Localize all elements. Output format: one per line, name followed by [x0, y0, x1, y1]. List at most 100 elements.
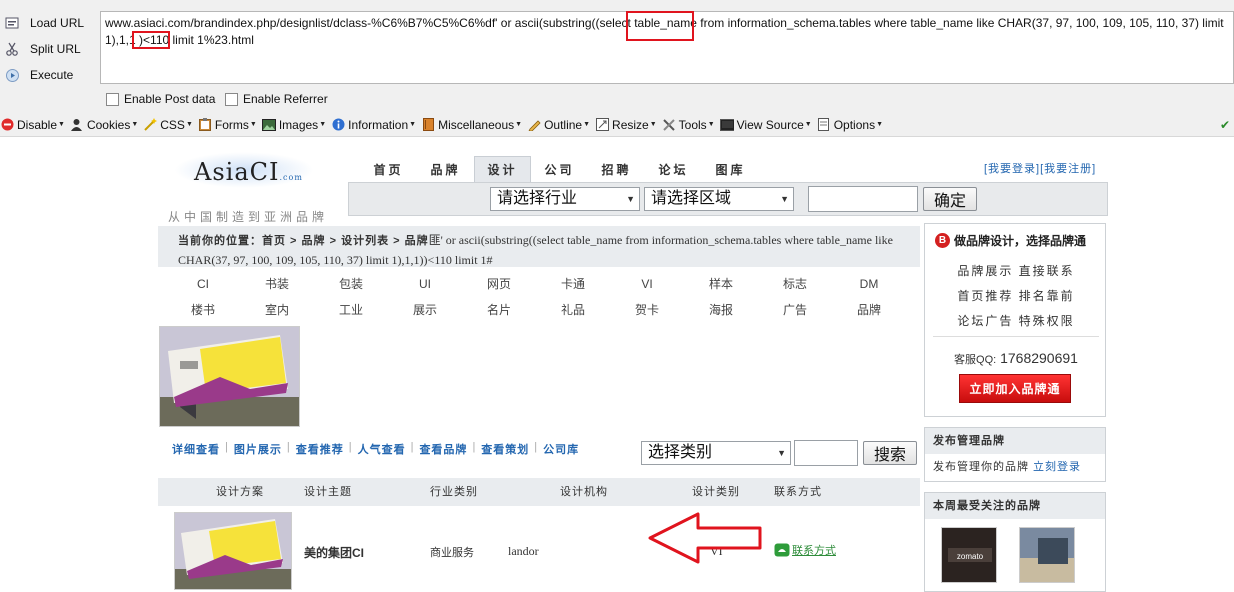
chevron-down-icon: ▼ — [777, 448, 786, 458]
menu-images[interactable]: Images ▼ — [261, 118, 327, 132]
tools-icon — [662, 118, 676, 132]
logo-name: AsiaCI — [194, 158, 280, 186]
region-select[interactable]: 请选择区域 ▼ — [644, 187, 794, 211]
column-header: 设计类别 — [692, 486, 740, 498]
brand-thumbnail[interactable] — [1019, 527, 1075, 583]
menu-cookies[interactable]: Cookies ▼ — [70, 118, 138, 132]
menu-label: Tools — [678, 117, 707, 132]
web-page: AsiaCI.com 从中国制造到亚洲品牌 首页 品牌 设计 公司 招聘 论坛 … — [0, 138, 1234, 592]
login-now-link[interactable]: 立刻登录 — [1033, 461, 1081, 473]
menu-outline[interactable]: Outline ▼ — [527, 118, 590, 132]
category-link[interactable]: 展示 — [388, 297, 462, 323]
resize-icon — [595, 118, 609, 132]
caret-icon: ▼ — [804, 121, 812, 128]
image-icon — [261, 118, 276, 132]
execute-button[interactable]: Execute — [0, 64, 100, 86]
column-header: 设计方案 — [216, 486, 264, 498]
confirm-button[interactable]: 确定 — [923, 187, 977, 211]
qq-label: 客服QQ: — [954, 354, 997, 366]
menu-resize[interactable]: Resize ▼ — [595, 118, 657, 132]
nav-design[interactable]: 设计 — [474, 156, 531, 182]
nav-jobs[interactable]: 招聘 — [588, 156, 645, 182]
menu-css[interactable]: CSS ▼ — [143, 118, 193, 132]
checkbox-box[interactable] — [106, 92, 119, 106]
red-arrow-annotation — [648, 510, 762, 569]
category-link[interactable]: 书装 — [240, 271, 314, 297]
category-link[interactable]: 礼品 — [536, 297, 610, 323]
category-link[interactable]: 室内 — [240, 297, 314, 323]
category-link[interactable]: 品牌 — [832, 297, 906, 323]
row-theme[interactable]: 美的集团CI — [304, 544, 364, 561]
menu-forms[interactable]: Forms ▼ — [198, 118, 257, 132]
industry-select[interactable]: 请选择行业 ▼ — [490, 187, 640, 211]
site-logo[interactable]: AsiaCI.com 从中国制造到亚洲品牌 — [166, 152, 336, 224]
breadcrumb-label: 当前你的位置：首页 > 品牌 > 设计列表 > 品牌 — [178, 235, 429, 247]
category-select[interactable]: 选择类别 ▼ — [641, 441, 791, 465]
load-url-icon — [4, 15, 20, 31]
menu-tools[interactable]: Tools ▼ — [662, 118, 715, 132]
category-link[interactable]: 包装 — [314, 271, 388, 297]
menu-information[interactable]: Information ▼ — [331, 118, 416, 132]
contact-link[interactable]: 联系方式 — [774, 542, 836, 558]
caret-icon: ▼ — [319, 121, 327, 128]
person-icon — [70, 118, 84, 132]
brand-thumbnail[interactable]: zomato — [941, 527, 997, 583]
menu-miscellaneous[interactable]: Miscellaneous ▼ — [421, 118, 522, 132]
load-url-button[interactable]: Load URL — [0, 12, 100, 34]
category-link[interactable]: 工业 — [314, 297, 388, 323]
link-images[interactable]: 图片展示 — [234, 441, 282, 457]
search-button[interactable]: 搜索 — [863, 441, 917, 465]
keyword-input[interactable] — [808, 186, 918, 212]
design-thumbnail[interactable] — [174, 512, 292, 590]
panel-title-text: 做品牌设计，选择品牌通 — [954, 234, 1087, 248]
caret-icon: ▼ — [58, 121, 65, 128]
billboard-thumbnail[interactable] — [159, 326, 300, 427]
category-link[interactable]: CI — [166, 271, 240, 297]
category-link[interactable]: 卡通 — [536, 271, 610, 297]
nav-home[interactable]: 首页 — [360, 156, 417, 182]
split-url-button[interactable]: Split URL — [0, 38, 100, 60]
scissors-icon — [4, 41, 20, 57]
filter-input[interactable] — [794, 440, 858, 466]
category-link[interactable]: 标志 — [758, 271, 832, 297]
category-link[interactable]: 网页 — [462, 271, 536, 297]
customer-service-qq: 客服QQ: 1768290691 — [925, 350, 1107, 367]
checkbox-box[interactable] — [225, 92, 238, 106]
category-link[interactable]: 样本 — [684, 271, 758, 297]
contact-label: 联系方式 — [792, 545, 836, 557]
document-icon — [817, 118, 831, 132]
nav-forum[interactable]: 论坛 — [645, 156, 702, 182]
link-planning[interactable]: 查看策划 — [481, 441, 529, 457]
category-link[interactable]: 楼书 — [166, 297, 240, 323]
login-register-links[interactable]: [我要登录][我要注册] — [984, 160, 1096, 176]
category-row: 楼书 室内 工业 展示 名片 礼品 贺卡 海报 广告 品牌 — [166, 297, 906, 323]
category-link[interactable]: UI — [388, 271, 462, 297]
join-brand-button[interactable]: 立即加入品牌通 — [959, 374, 1071, 403]
link-recommended[interactable]: 查看推荐 — [296, 441, 344, 457]
nav-brand[interactable]: 品牌 — [417, 156, 474, 182]
link-brands[interactable]: 查看品牌 — [419, 441, 467, 457]
wand-icon — [143, 118, 157, 132]
phone-icon — [774, 543, 790, 557]
category-link[interactable]: 海报 — [684, 297, 758, 323]
nav-gallery[interactable]: 图库 — [702, 156, 759, 182]
link-detail[interactable]: 详细查看 — [172, 441, 220, 457]
nav-company[interactable]: 公司 — [531, 156, 588, 182]
menu-view-source[interactable]: View Source ▼ — [719, 118, 812, 132]
category-link[interactable]: 贺卡 — [610, 297, 684, 323]
separator: | — [410, 441, 415, 453]
enable-post-data-checkbox[interactable]: Enable Post data — [106, 92, 215, 106]
menu-options[interactable]: Options ▼ — [817, 118, 883, 132]
category-link[interactable]: VI — [610, 271, 684, 297]
enable-referrer-checkbox[interactable]: Enable Referrer — [225, 92, 328, 106]
menu-label: Information — [348, 117, 409, 132]
category-link[interactable]: 广告 — [758, 297, 832, 323]
main-nav: 首页 品牌 设计 公司 招聘 论坛 图库 — [360, 156, 759, 182]
menu-label: Disable — [17, 117, 58, 132]
chevron-down-icon: ▼ — [780, 194, 789, 204]
link-companies[interactable]: 公司库 — [543, 441, 579, 457]
category-link[interactable]: DM — [832, 271, 906, 297]
menu-disable[interactable]: Disable ▼ — [0, 118, 65, 132]
link-popular[interactable]: 人气查看 — [358, 441, 406, 457]
category-link[interactable]: 名片 — [462, 297, 536, 323]
